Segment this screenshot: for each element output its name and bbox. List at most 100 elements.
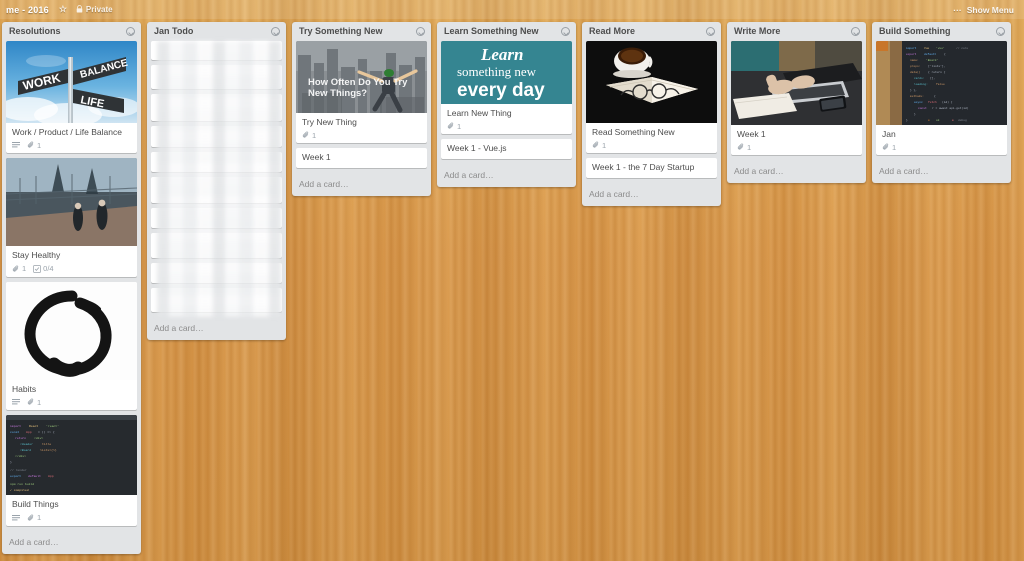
svg-text:const: const bbox=[10, 430, 19, 434]
svg-text:npm run build: npm run build bbox=[10, 482, 34, 486]
add-card-button[interactable]: Add a card… bbox=[727, 160, 866, 183]
card-cover-code-dark: import Vue 'vue' // core export default { nam… bbox=[876, 40, 1007, 125]
list-menu-icon[interactable] bbox=[561, 27, 570, 37]
add-card-button[interactable]: Add a card… bbox=[582, 183, 721, 206]
list-jan-todo[interactable]: Jan Todo Add a card… bbox=[147, 22, 286, 340]
svg-text:loading:: loading: bbox=[914, 82, 928, 86]
card[interactable]: Week 1 - Vue.js bbox=[441, 139, 572, 159]
cover-text-learn: Learn bbox=[480, 45, 524, 64]
card-body: Habits 1 bbox=[6, 380, 137, 410]
card[interactable] bbox=[151, 176, 282, 203]
card[interactable] bbox=[151, 151, 282, 172]
attachment-badge: 1 bbox=[737, 143, 751, 151]
svg-text:'vue': 'vue' bbox=[936, 46, 945, 50]
svg-text:title: title bbox=[42, 442, 51, 446]
card-cover-learn-poster: Learn something new every day bbox=[441, 40, 572, 104]
card[interactable]: How Often Do You Try New Things? Try New… bbox=[296, 40, 427, 144]
svg-text:= () => {: = () => { bbox=[38, 430, 55, 434]
card[interactable] bbox=[151, 287, 282, 312]
card[interactable] bbox=[151, 40, 282, 60]
list-learn-something-new[interactable]: Learn Something New Learn something new … bbox=[437, 22, 576, 187]
attachment-count: 1 bbox=[747, 142, 752, 152]
card[interactable]: Week 1 bbox=[296, 148, 427, 168]
list-resolutions[interactable]: Resolutions WORK BALANCE LIFE Work / Pro… bbox=[2, 22, 141, 554]
card[interactable]: Stay Healthy 1 0/4 bbox=[6, 158, 137, 277]
card-body: Work / Product / Life Balance 1 bbox=[6, 123, 137, 153]
card[interactable] bbox=[151, 207, 282, 228]
svg-text:ok: ok bbox=[936, 118, 940, 122]
card[interactable]: import React 'react' const App = () => { ret… bbox=[6, 415, 137, 526]
card[interactable] bbox=[151, 64, 282, 89]
card[interactable] bbox=[151, 262, 282, 283]
card-body: Learn New Thing 1 bbox=[441, 104, 572, 134]
svg-text:●: ● bbox=[928, 119, 930, 122]
svg-text:false: false bbox=[936, 82, 945, 86]
card-body: Week 1 1 bbox=[731, 125, 862, 155]
list-menu-icon[interactable] bbox=[416, 27, 425, 37]
svg-text:●: ● bbox=[952, 119, 954, 122]
list-menu-icon[interactable] bbox=[851, 27, 860, 37]
card-body: Jan 1 bbox=[876, 125, 1007, 155]
card[interactable]: import Vue 'vue' // core export default { nam… bbox=[876, 40, 1007, 156]
description-icon bbox=[12, 141, 20, 149]
card[interactable]: Week 1 1 bbox=[731, 40, 862, 156]
list-title: Write More bbox=[734, 27, 781, 36]
svg-text:async: async bbox=[914, 101, 923, 104]
card-badges: 1 bbox=[302, 131, 422, 139]
svg-text:{: { bbox=[944, 52, 946, 56]
lists-container: Resolutions WORK BALANCE LIFE Work / Pro… bbox=[0, 19, 1017, 561]
list-cards: Learn something new every day Learn New … bbox=[437, 40, 576, 164]
list-try-something-new[interactable]: Try Something New How Often Do You Try N… bbox=[292, 22, 431, 196]
svg-text:lists={l}: lists={l} bbox=[40, 448, 57, 452]
card-title: Week 1 bbox=[737, 128, 766, 139]
card[interactable]: Read Something New 1 bbox=[586, 40, 717, 154]
card-body: Week 1 bbox=[296, 148, 427, 167]
svg-text:React: React bbox=[29, 424, 38, 428]
card-badges: 1 bbox=[447, 122, 567, 130]
svg-text:App: App bbox=[26, 430, 32, 434]
cover-text-line2: New Things? bbox=[308, 88, 367, 99]
description-icon bbox=[12, 514, 20, 522]
list-cards: How Often Do You Try New Things? Try New… bbox=[292, 40, 431, 173]
star-icon[interactable]: ☆ bbox=[59, 5, 67, 14]
svg-text:r = await api.get(id): r = await api.get(id) bbox=[932, 106, 969, 110]
list-menu-icon[interactable] bbox=[996, 27, 1005, 37]
board-title[interactable]: me - 2016 bbox=[6, 5, 49, 15]
card[interactable] bbox=[151, 125, 282, 147]
list-read-more[interactable]: Read More Read Something New 1 Week 1 - … bbox=[582, 22, 721, 206]
blurred-cards-region bbox=[147, 40, 286, 317]
add-card-button[interactable]: Add a card… bbox=[2, 531, 141, 554]
checklist-count: 0/4 bbox=[43, 264, 54, 274]
svg-text:// render: // render bbox=[10, 468, 27, 472]
list-build-something[interactable]: Build Something import Vue'vue'// core e… bbox=[872, 22, 1011, 184]
list-title: Resolutions bbox=[9, 27, 61, 36]
svg-text:methods:: methods: bbox=[910, 94, 924, 98]
attachment-badge: 1 bbox=[12, 265, 26, 273]
add-card-button[interactable]: Add a card… bbox=[872, 160, 1011, 183]
card[interactable] bbox=[151, 93, 282, 121]
visibility-label: Private bbox=[85, 5, 113, 14]
list-menu-icon[interactable] bbox=[126, 27, 135, 37]
card[interactable]: Learn something new every day Learn New … bbox=[441, 40, 572, 135]
add-card-button[interactable]: Add a card… bbox=[437, 164, 576, 187]
list-cards: import Vue 'vue' // core export default { nam… bbox=[872, 40, 1011, 160]
add-card-button[interactable]: Add a card… bbox=[147, 317, 286, 340]
svg-text:data(): data() bbox=[910, 70, 921, 74]
card[interactable]: Habits 1 bbox=[6, 281, 137, 411]
show-menu-button[interactable]: ··· Show Menu bbox=[953, 5, 1018, 15]
svg-text:</div>: </div> bbox=[15, 454, 26, 458]
card[interactable]: Week 1 - the 7 Day Startup bbox=[586, 158, 717, 178]
list-write-more[interactable]: Write More Week 1 1 Add a card… bbox=[727, 22, 866, 184]
card-title: Stay Healthy bbox=[12, 250, 61, 261]
svg-text:{ return {: { return { bbox=[928, 70, 946, 74]
card[interactable] bbox=[151, 232, 282, 258]
card-badges: 1 bbox=[592, 141, 712, 149]
svg-text:<Board: <Board bbox=[20, 448, 31, 452]
board-visibility[interactable]: Private bbox=[76, 4, 113, 15]
card[interactable]: WORK BALANCE LIFE Work / Product / Life … bbox=[6, 40, 137, 154]
list-menu-icon[interactable] bbox=[706, 27, 715, 37]
svg-text:<div>: <div> bbox=[34, 436, 43, 440]
attachment-count: 1 bbox=[312, 130, 317, 140]
add-card-button[interactable]: Add a card… bbox=[292, 173, 431, 196]
list-menu-icon[interactable] bbox=[271, 27, 280, 37]
